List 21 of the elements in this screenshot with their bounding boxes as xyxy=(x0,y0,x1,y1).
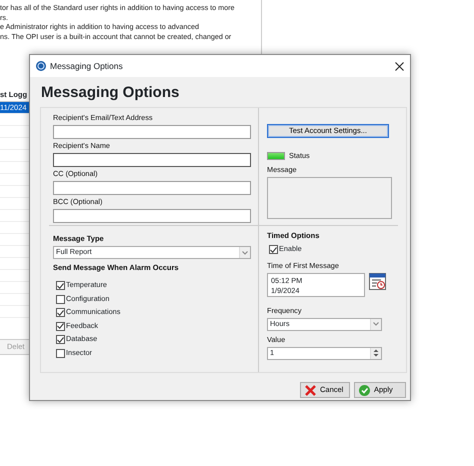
input-field[interactable] xyxy=(53,181,251,195)
chevron-icon xyxy=(373,322,379,326)
calendar-icon[interactable] xyxy=(369,272,386,290)
input-field[interactable] xyxy=(53,209,251,223)
checkbox[interactable] xyxy=(56,308,65,318)
checkbox[interactable] xyxy=(269,245,278,254)
dialog-heading: Messaging Options xyxy=(41,84,180,101)
chevron-icon xyxy=(242,250,248,254)
input-field[interactable] xyxy=(53,125,251,139)
check-icon xyxy=(359,384,370,396)
checkbox[interactable] xyxy=(56,294,65,304)
checkbox[interactable] xyxy=(56,348,65,358)
checkbox[interactable] xyxy=(56,322,65,331)
spin-arrows-icon[interactable] xyxy=(373,349,379,357)
x-icon xyxy=(305,384,316,396)
window-title: Messaging Options xyxy=(50,60,123,71)
checkbox[interactable] xyxy=(56,335,65,344)
close-icon[interactable] xyxy=(395,62,404,70)
app-icon xyxy=(36,61,46,71)
input-field[interactable] xyxy=(53,153,251,167)
checkbox[interactable] xyxy=(56,281,65,290)
